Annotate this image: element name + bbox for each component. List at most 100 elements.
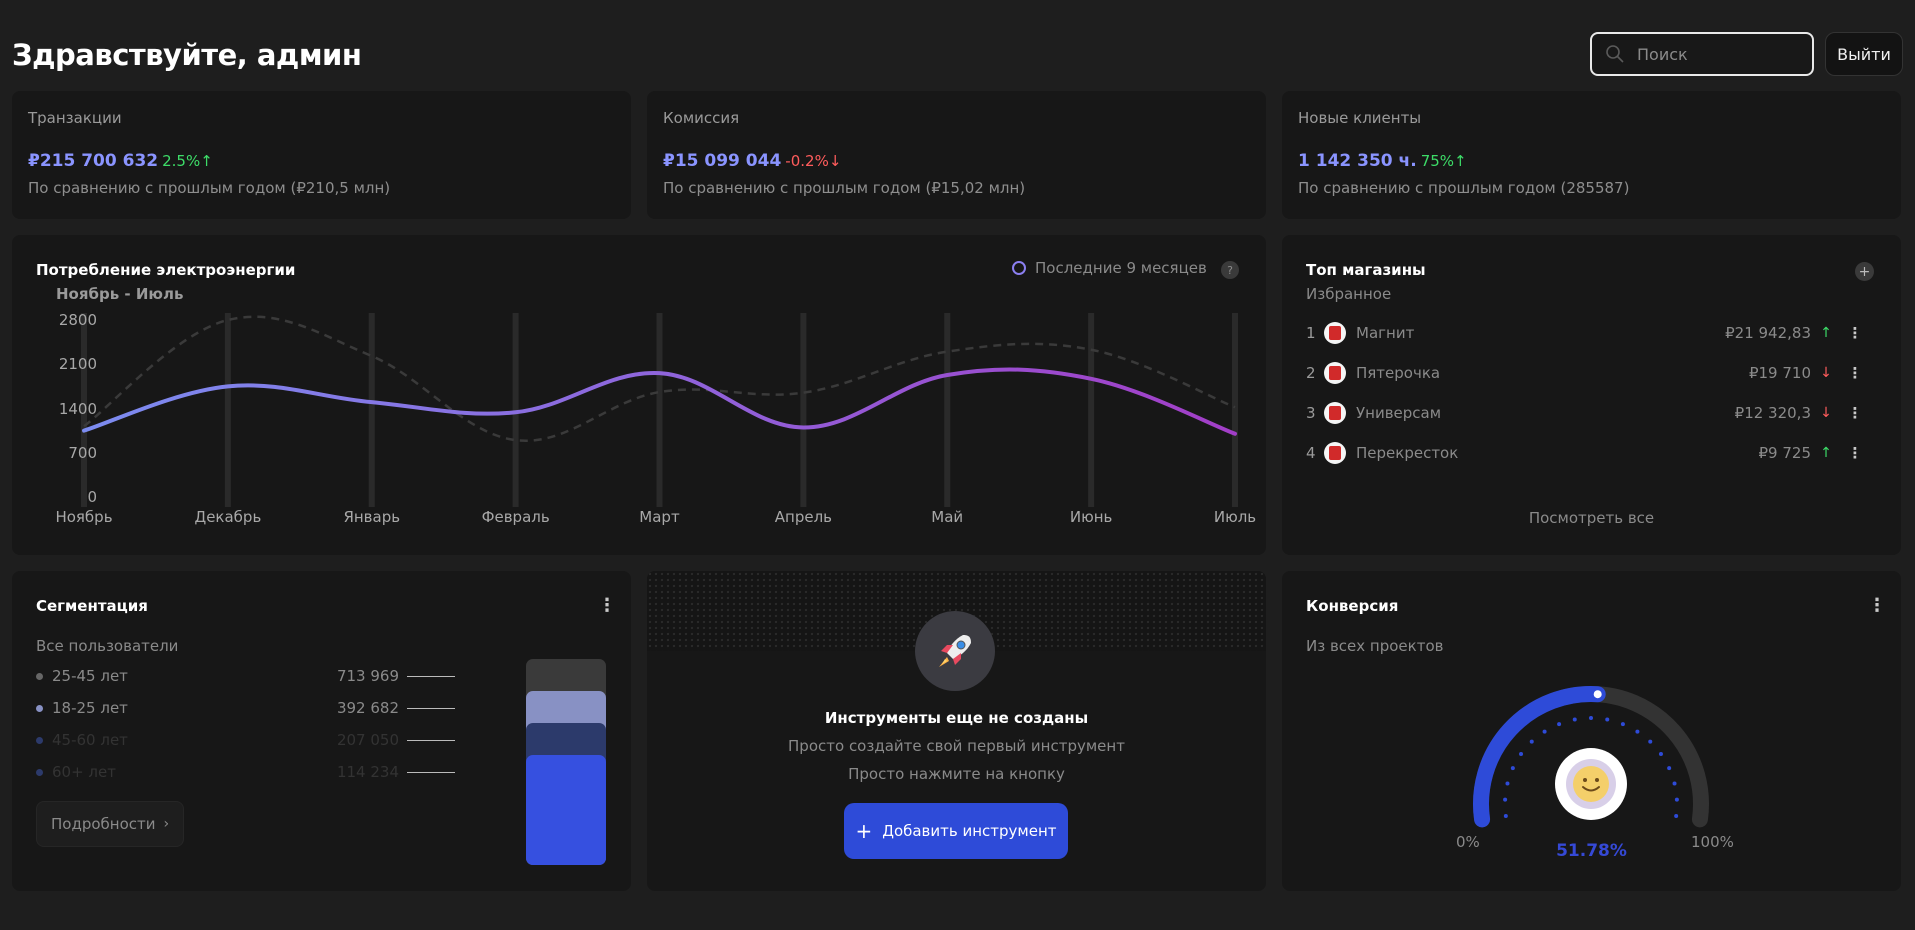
gauge-tick-dot xyxy=(1674,797,1679,802)
stat-card-new-clients: Новые клиенты 1 142 350 ч. 75%↑ По сравне… xyxy=(1282,91,1901,219)
shop-logo-icon xyxy=(1324,402,1346,424)
shop-row[interactable]: 3 Универсам ₽12 320,3 ↓ ⋮ xyxy=(1306,399,1869,427)
gauge-tick-dot xyxy=(1672,781,1677,786)
shop-logo-icon xyxy=(1324,442,1346,464)
segment-row: 60+ лет 114 234 xyxy=(36,761,486,783)
shop-row[interactable]: 2 Пятерочка ₽19 710 ↓ ⋮ xyxy=(1306,359,1869,387)
x-tick-label: Июнь xyxy=(1069,508,1113,526)
stat-comparison: По сравнению с прошлым годом (285587) xyxy=(1298,179,1630,197)
gauge-tick-dot xyxy=(1589,716,1593,720)
plus-icon: + xyxy=(855,819,873,843)
search-input[interactable] xyxy=(1637,44,1787,64)
segment-label: 25-45 лет xyxy=(52,667,128,685)
shop-amount: ₽12 320,3 xyxy=(1734,404,1811,422)
chevron-right-icon: › xyxy=(163,816,170,832)
gauge-tick-dot xyxy=(1648,739,1653,744)
logout-button[interactable]: Выйти xyxy=(1825,32,1903,76)
shop-logo-icon xyxy=(1324,362,1346,384)
stat-delta: 2.5%↑ xyxy=(162,152,213,170)
tools-empty-card: Инструменты еще не созданы Просто создай… xyxy=(647,571,1266,891)
top-shops-card: Топ магазины Избранное + 1 Магнит ₽21 94… xyxy=(1282,235,1901,555)
segment-connector xyxy=(407,739,455,741)
stat-delta-value: -0.2% xyxy=(785,152,829,170)
x-tick-label: Январь xyxy=(343,508,401,526)
shop-amount: ₽21 942,83 xyxy=(1725,324,1811,342)
month-column xyxy=(1232,313,1238,507)
shops-subtitle: Избранное xyxy=(1306,285,1392,303)
shop-rank: 2 xyxy=(1306,364,1316,382)
segment-connector xyxy=(407,675,455,677)
arrow-up-icon: ↑ xyxy=(200,152,213,170)
y-tick-label: 2800 xyxy=(58,311,97,329)
stat-comparison: По сравнению с прошлым годом (₽15,02 млн… xyxy=(663,179,1026,197)
segment-connector xyxy=(407,707,455,709)
segment-connector xyxy=(407,771,455,773)
stat-value: ₽215 700 632 xyxy=(28,151,159,171)
segmentation-title: Сегментация xyxy=(36,597,148,615)
gauge-tick-dot xyxy=(1674,813,1679,818)
add-tool-button[interactable]: + Добавить инструмент xyxy=(844,803,1068,859)
arrow-down-icon: ↓ xyxy=(1820,365,1832,381)
shop-name: Магнит xyxy=(1356,324,1415,342)
month-column xyxy=(800,313,807,507)
x-tick-label: Декабрь xyxy=(194,508,262,526)
month-column xyxy=(1088,313,1095,507)
stat-value-row: 1 142 350 ч. 75%↑ xyxy=(1298,151,1467,171)
segmentation-card: Сегментация ⋮ Все пользователи 25-45 лет… xyxy=(12,571,631,891)
gauge-tick-dot xyxy=(1557,722,1562,727)
y-tick-label: 0 xyxy=(87,488,97,506)
arrow-down-icon: ↓ xyxy=(1820,405,1832,421)
stat-delta-value: 2.5% xyxy=(162,152,201,170)
gauge-tick-dot xyxy=(1658,751,1663,756)
segment-label: 60+ лет xyxy=(52,763,116,781)
shop-row[interactable]: 1 Магнит ₽21 942,83 ↑ ⋮ xyxy=(1306,319,1869,347)
tools-empty-line: Просто нажмите на кнопку xyxy=(848,765,1065,783)
shop-row[interactable]: 4 Перекресток ₽9 725 ↑ ⋮ xyxy=(1306,439,1869,467)
segment-dot-icon xyxy=(36,736,43,744)
more-vertical-icon[interactable]: ⋮ xyxy=(598,595,616,616)
shop-rank: 1 xyxy=(1306,324,1316,342)
gauge-indicator xyxy=(1591,688,1604,701)
energy-line-chart xyxy=(81,313,1238,507)
segment-dot-icon xyxy=(36,704,43,712)
gauge-tick-dot xyxy=(1635,729,1640,734)
x-tick-label: Июль xyxy=(1213,508,1257,526)
stat-value: 1 142 350 ч. xyxy=(1298,151,1417,171)
segmentation-stacked-bar xyxy=(526,659,606,865)
gauge-tick-dot xyxy=(1572,717,1577,722)
more-vertical-icon[interactable]: ⋮ xyxy=(1841,324,1869,342)
arrow-down-icon: ↓ xyxy=(828,152,842,170)
gauge-tick-dot xyxy=(1510,766,1515,771)
search-box[interactable] xyxy=(1590,32,1814,76)
stat-comparison: По сравнению с прошлым годом (₽210,5 млн… xyxy=(28,179,391,197)
shop-logo-icon xyxy=(1324,322,1346,344)
gauge-tick-dot xyxy=(1620,722,1625,727)
more-vertical-icon[interactable]: ⋮ xyxy=(1841,364,1869,382)
segmentation-subtitle: Все пользователи xyxy=(36,637,179,655)
add-shop-icon[interactable]: + xyxy=(1855,262,1874,281)
month-column xyxy=(368,313,375,507)
segment-bar-60-plus xyxy=(526,755,606,865)
y-tick-label: 1400 xyxy=(58,399,97,418)
stat-card-transactions: Транзакции ₽215 700 632 2.5%↑ По сравнени… xyxy=(12,91,631,219)
more-vertical-icon[interactable]: ⋮ xyxy=(1841,404,1869,422)
gauge-tick-dot xyxy=(1542,729,1547,734)
tools-empty-line: Просто создайте свой первый инструмент xyxy=(788,737,1125,755)
stat-delta: -0.2%↓ xyxy=(785,152,841,170)
view-all-link[interactable]: Посмотреть все xyxy=(1282,509,1901,527)
arrow-up-icon: ↑ xyxy=(1454,152,1467,170)
conversion-card: Конверсия ⋮ Из всех проектов 0% 100% 51.… xyxy=(1282,571,1901,891)
arrow-up-icon: ↑ xyxy=(1820,325,1832,341)
arrow-up-icon: ↑ xyxy=(1820,445,1832,461)
gauge-tick-dot xyxy=(1505,781,1510,786)
stat-title: Комиссия xyxy=(663,109,740,127)
details-button[interactable]: Подробности › xyxy=(36,801,185,847)
y-tick-label: 700 xyxy=(68,443,97,462)
add-tool-label: Добавить инструмент xyxy=(882,822,1057,840)
gauge-tick-dot xyxy=(1605,717,1610,722)
more-vertical-icon[interactable]: ⋮ xyxy=(1841,444,1869,462)
search-icon xyxy=(1606,45,1624,63)
month-column xyxy=(656,313,663,507)
x-tick-label: Апрель xyxy=(774,508,832,526)
x-tick-label: Ноябрь xyxy=(55,508,113,526)
